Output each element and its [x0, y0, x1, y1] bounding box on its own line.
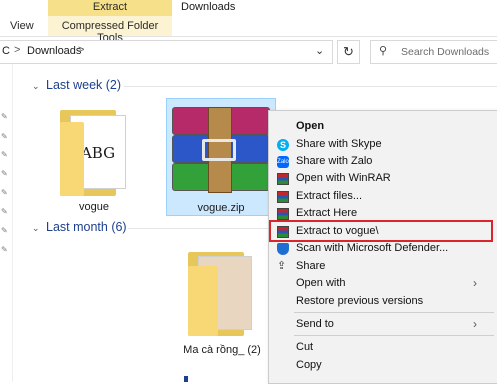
pin-icon[interactable]: ✎: [1, 188, 8, 197]
navigation-pane[interactable]: ✎ ✎ ✎ ✎ ✎ ✎ ✎ ✎: [0, 64, 13, 382]
pin-icon[interactable]: ✎: [1, 207, 8, 216]
window-title: Downloads: [181, 1, 236, 13]
folder-icon: [188, 266, 218, 336]
menu-item-scan-defender[interactable]: Scan with Microsoft Defender...: [269, 240, 497, 257]
menu-item-share-with-zalo[interactable]: Zalo Share with Zalo: [269, 153, 497, 170]
menu-item-open-with-winrar[interactable]: Open with WinRAR: [269, 170, 497, 187]
defender-icon: [277, 243, 289, 255]
pin-icon[interactable]: ✎: [1, 245, 8, 254]
pin-icon[interactable]: ✎: [1, 169, 8, 178]
group-header-last-month[interactable]: ⌄ Last month (6): [32, 220, 127, 234]
chevron-right-icon: ›: [473, 317, 477, 331]
menu-item-extract-files[interactable]: Extract files...: [269, 188, 497, 205]
group-header-last-week[interactable]: ⌄ Last week (2): [32, 78, 121, 92]
search-box[interactable]: ⚲ Search Downloads: [370, 40, 497, 64]
group-divider: [128, 228, 268, 229]
breadcrumb-pc[interactable]: C: [2, 45, 10, 57]
zalo-icon: Zalo: [277, 156, 289, 168]
refresh-icon: ↻: [343, 44, 354, 59]
scroll-indicator: [184, 376, 188, 382]
chevron-right-icon[interactable]: >: [78, 44, 84, 56]
tab-extract[interactable]: Extract: [48, 1, 172, 13]
breadcrumb-downloads[interactable]: Downloads: [27, 45, 81, 57]
ribbon: Extract Compressed Folder Tools View Dow…: [0, 0, 497, 44]
chevron-right-icon: ›: [473, 276, 477, 290]
file-name: vogue: [79, 201, 109, 213]
refresh-button[interactable]: ↻: [337, 40, 360, 64]
menu-item-restore-previous-versions[interactable]: Restore previous versions: [269, 293, 497, 310]
skype-icon: S: [277, 139, 289, 151]
address-bar[interactable]: C > Downloads > ⌄: [0, 40, 333, 64]
pin-icon[interactable]: ✎: [1, 226, 8, 235]
menu-separator: [294, 335, 494, 336]
winrar-icon: [277, 208, 289, 220]
tab-view[interactable]: View: [10, 20, 34, 32]
search-icon: ⚲: [379, 45, 388, 57]
chevron-down-icon[interactable]: ⌄: [32, 223, 42, 234]
chevron-down-icon[interactable]: ⌄: [32, 81, 42, 92]
context-menu: Open S Share with Skype Zalo Share with …: [268, 110, 497, 384]
file-item-ma-ca-rong[interactable]: Ma cà rồng_ (2): [168, 240, 276, 358]
search-placeholder: Search Downloads: [401, 46, 490, 58]
menu-item-send-to[interactable]: Send to ›: [269, 316, 497, 333]
menu-item-open[interactable]: Open: [269, 118, 497, 135]
chevron-down-icon[interactable]: ⌄: [315, 44, 324, 57]
file-name: vogue.zip: [197, 202, 245, 214]
menu-item-share-with-skype[interactable]: S Share with Skype: [269, 136, 497, 153]
pin-icon[interactable]: ✎: [1, 150, 8, 159]
highlight-box-extract-to-vogue: [269, 220, 493, 242]
pin-icon[interactable]: ✎: [1, 132, 8, 141]
menu-item-copy[interactable]: Copy: [269, 357, 497, 374]
chevron-right-icon[interactable]: >: [14, 44, 20, 56]
menu-item-cut[interactable]: Cut: [269, 339, 497, 356]
file-item-vogue-zip[interactable]: vogue.zip: [166, 98, 276, 216]
share-icon: ⇪: [277, 260, 287, 272]
menu-item-open-with[interactable]: Open with ›: [269, 275, 497, 292]
folder-icon: [60, 122, 84, 196]
pin-icon[interactable]: ✎: [1, 112, 8, 121]
winrar-icon: [277, 173, 289, 185]
file-item-vogue-folder[interactable]: ABG vogue: [40, 100, 148, 216]
group-divider: [124, 86, 497, 87]
menu-separator: [294, 312, 494, 313]
menu-item-share[interactable]: ⇪ Share: [269, 258, 497, 275]
winrar-icon: [277, 191, 289, 203]
winrar-archive-icon: [172, 107, 270, 193]
file-name: Ma cà rồng_ (2): [183, 344, 261, 356]
